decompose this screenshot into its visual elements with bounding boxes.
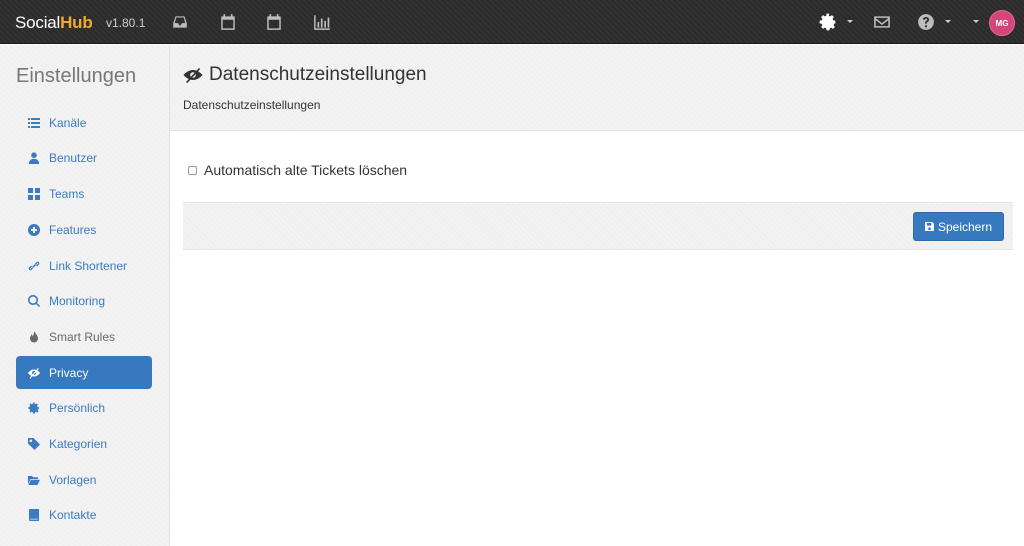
sidebar-item-label: Monitoring xyxy=(49,293,106,308)
bar-chart-icon[interactable] xyxy=(312,12,332,32)
brand-social: Social xyxy=(15,13,61,32)
plus-circle-icon xyxy=(28,223,40,236)
sidebar-item-label: Kategorien xyxy=(49,436,108,451)
envelope-icon[interactable] xyxy=(872,12,892,32)
page-title: Datenschutzeinstellungen xyxy=(183,64,427,86)
sidebar-item-kontakte[interactable]: Kontakte xyxy=(16,498,152,531)
user-icon xyxy=(28,151,40,164)
chevron-down-icon[interactable] xyxy=(973,20,979,23)
chevron-down-icon[interactable] xyxy=(847,20,853,23)
sidebar-item-label: Teams xyxy=(49,186,85,201)
save-button-label: Speichern xyxy=(937,219,993,234)
sidebar-item-label: Vorlagen xyxy=(49,472,97,487)
page-header: Datenschutzeinstellungen Datenschutzeins… xyxy=(170,45,1024,131)
gear-icon xyxy=(28,401,40,414)
avatar[interactable]: MG xyxy=(989,10,1015,36)
sidebar-item-benutzer[interactable]: Benutzer xyxy=(16,141,152,174)
auto-delete-option[interactable]: Automatisch alte Tickets löschen xyxy=(188,162,407,178)
sidebar-title: Einstellungen xyxy=(16,65,137,87)
sidebar-item-persoenlich[interactable]: Persönlich xyxy=(16,391,152,424)
eye-slash-icon xyxy=(28,367,40,379)
sidebar-item-label: Kontakte xyxy=(49,507,97,522)
search-icon xyxy=(28,294,40,307)
chevron-down-icon[interactable] xyxy=(945,20,951,23)
sidebar-item-monitoring[interactable]: Monitoring xyxy=(16,284,152,317)
sidebar-item-features[interactable]: Features xyxy=(16,213,152,246)
link-icon xyxy=(28,260,40,272)
tag-icon xyxy=(28,437,40,450)
sidebar-item-kanaele[interactable]: Kanäle xyxy=(16,106,152,139)
inbox-icon[interactable] xyxy=(170,12,190,32)
app-version: v1.80.1 xyxy=(106,16,146,30)
form-actions: Speichern xyxy=(183,202,1013,250)
breadcrumb: Datenschutzeinstellungen xyxy=(183,98,321,112)
brand-logo[interactable]: SocialHub xyxy=(15,13,93,33)
fire-icon xyxy=(28,330,40,343)
sidebar-item-label: Benutzer xyxy=(49,150,98,165)
auto-delete-label[interactable]: Automatisch alte Tickets löschen xyxy=(204,162,407,178)
sidebar-item-label: Persönlich xyxy=(49,400,106,415)
grid-icon xyxy=(28,187,40,200)
brand-hub: Hub xyxy=(60,13,93,32)
gear-icon[interactable] xyxy=(818,12,838,32)
folder-open-icon xyxy=(28,474,40,486)
calendar-icon[interactable] xyxy=(218,12,238,32)
sidebar-item-label: Kanäle xyxy=(49,115,87,130)
page-title-text: Datenschutzeinstellungen xyxy=(209,64,427,85)
sidebar-item-vorlagen[interactable]: Vorlagen xyxy=(16,463,152,496)
sidebar-item-smart-rules[interactable]: Smart Rules xyxy=(16,320,152,353)
calendar-icon[interactable] xyxy=(264,12,284,32)
auto-delete-checkbox[interactable] xyxy=(188,165,197,175)
sidebar-item-link-shortener[interactable]: Link Shortener xyxy=(16,249,152,282)
sidebar-item-label: Features xyxy=(49,222,97,237)
save-button[interactable]: Speichern xyxy=(913,212,1004,241)
eye-slash-icon xyxy=(183,68,203,83)
book-icon xyxy=(28,508,40,521)
question-icon[interactable] xyxy=(916,12,936,32)
sidebar-item-kategorien[interactable]: Kategorien xyxy=(16,427,152,460)
sidebar-item-label: Link Shortener xyxy=(49,258,128,273)
sidebar-item-teams[interactable]: Teams xyxy=(16,177,152,210)
sidebar-item-label: Smart Rules xyxy=(49,329,116,344)
sidebar-item-privacy[interactable]: Privacy xyxy=(16,356,152,389)
list-icon xyxy=(28,117,40,129)
floppy-disk-icon xyxy=(924,222,934,231)
sidebar-item-label: Privacy xyxy=(49,365,89,380)
top-navbar: SocialHub v1.80.1 MG xyxy=(0,0,1024,44)
